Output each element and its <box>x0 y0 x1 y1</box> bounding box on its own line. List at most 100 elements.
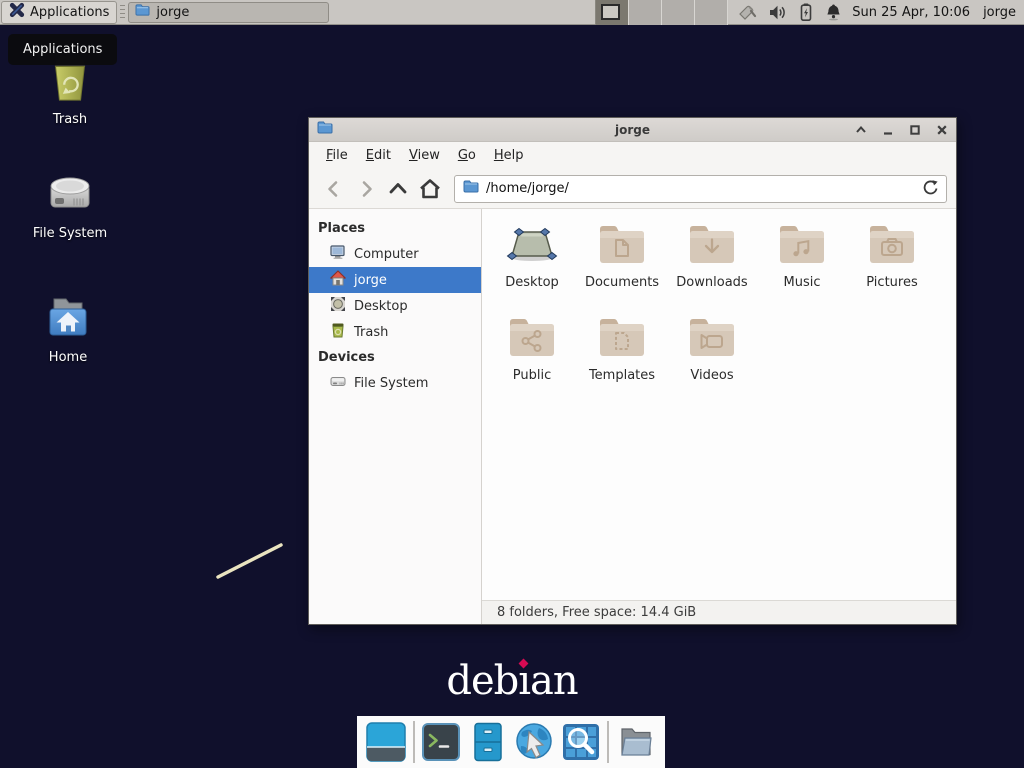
system-tray <box>738 3 842 21</box>
workspace-mini-window <box>601 4 620 20</box>
window-controls <box>855 124 948 136</box>
maximize-button[interactable] <box>909 124 921 136</box>
close-button[interactable] <box>936 124 948 136</box>
sidebar-item-desktop[interactable]: Desktop <box>309 293 481 319</box>
back-button[interactable] <box>318 175 350 203</box>
file-cabinet-launcher[interactable] <box>468 722 508 762</box>
workspace-switcher <box>595 0 728 25</box>
panel-username[interactable]: jorge <box>983 5 1016 20</box>
workspace-1[interactable] <box>596 0 629 25</box>
sidebar-item-jorge[interactable]: jorge <box>309 267 481 293</box>
path-bar[interactable] <box>454 175 947 203</box>
sidebar-item-label: Desktop <box>354 299 408 314</box>
taskbar-window-button[interactable]: jorge <box>128 2 329 23</box>
logo-text-pre: deb <box>446 658 518 704</box>
sidebar-item-label: jorge <box>354 273 387 288</box>
applications-menu-label: Applications <box>30 5 109 20</box>
sidebar-item-label: File System <box>354 376 428 391</box>
file-manager-launcher[interactable] <box>616 722 656 762</box>
shade-button[interactable] <box>855 124 867 136</box>
menu-file[interactable]: File <box>317 144 357 167</box>
volume-icon[interactable] <box>769 4 787 21</box>
main-column: Desktop Documents <box>482 209 956 624</box>
trash-small-icon <box>330 322 346 342</box>
reload-icon[interactable] <box>922 179 938 199</box>
file-label: Public <box>513 368 551 383</box>
up-button[interactable] <box>382 175 414 203</box>
file-item-pictures[interactable]: Pictures <box>847 222 937 315</box>
battery-icon[interactable] <box>798 3 814 21</box>
sidebar-item-computer[interactable]: Computer <box>309 241 481 267</box>
taskbar-window-label: jorge <box>156 5 189 20</box>
forward-button[interactable] <box>350 175 382 203</box>
sidebar-item-file-system[interactable]: File System <box>309 370 481 396</box>
dock-separator <box>607 721 609 763</box>
desktop-icon-file-system[interactable]: File System <box>20 170 120 241</box>
file-item-music[interactable]: Music <box>757 222 847 315</box>
xfce-logo-icon <box>9 2 25 22</box>
templates-folder-icon <box>596 315 648 363</box>
desktop-icon <box>330 296 346 316</box>
home-icon <box>330 270 346 290</box>
applications-menu-button[interactable]: Applications <box>1 1 117 24</box>
workspace-4[interactable] <box>695 0 728 25</box>
clipboard-manager-icon[interactable] <box>738 3 758 21</box>
show-desktop-button[interactable] <box>366 722 406 762</box>
videos-folder-icon <box>686 315 738 363</box>
top-panel: Applications jorge <box>0 0 1024 25</box>
sidebar-header-places: Places <box>309 216 481 241</box>
desktop-icon-label: File System <box>33 226 107 241</box>
menubar: File Edit View Go Help <box>309 142 956 169</box>
minimize-button[interactable] <box>882 124 894 136</box>
file-manager-window: jorge File Edit View Go Help <box>308 117 957 625</box>
window-folder-icon <box>317 120 333 139</box>
file-label: Downloads <box>676 275 747 290</box>
pictures-folder-icon <box>866 222 918 270</box>
menu-view[interactable]: View <box>400 144 449 167</box>
menu-help[interactable]: Help <box>485 144 533 167</box>
file-label: Desktop <box>505 275 559 290</box>
file-label: Pictures <box>866 275 917 290</box>
sidebar-item-label: Computer <box>354 247 419 262</box>
notifications-bell-icon[interactable] <box>825 3 842 21</box>
sidebar-item-trash[interactable]: Trash <box>309 319 481 345</box>
file-item-desktop[interactable]: Desktop <box>487 222 577 315</box>
file-item-public[interactable]: Public <box>487 315 577 408</box>
folder-icon <box>135 3 150 21</box>
statusbar: 8 folders, Free space: 14.4 GiB <box>482 600 956 624</box>
music-folder-icon <box>776 222 828 270</box>
file-item-downloads[interactable]: Downloads <box>667 222 757 315</box>
window-body: Places Computer <box>309 209 956 624</box>
home-button[interactable] <box>414 175 446 203</box>
application-finder-launcher[interactable] <box>561 722 601 762</box>
toolbar <box>309 169 956 209</box>
menu-edit[interactable]: Edit <box>357 144 400 167</box>
desktop-icon-label: Trash <box>53 112 87 127</box>
titlebar[interactable]: jorge <box>309 118 956 142</box>
file-item-templates[interactable]: Templates <box>577 315 667 408</box>
panel-clock[interactable]: Sun 25 Apr, 10:06 <box>852 5 970 20</box>
sidebar: Places Computer <box>309 209 482 624</box>
file-label: Templates <box>589 368 655 383</box>
terminal-launcher[interactable] <box>421 722 461 762</box>
drive-small-icon <box>330 373 346 393</box>
file-item-documents[interactable]: Documents <box>577 222 667 315</box>
desktop-pad-icon <box>506 222 558 270</box>
logo-text-post: an <box>530 658 578 704</box>
documents-folder-icon <box>596 222 648 270</box>
path-input[interactable] <box>486 181 915 196</box>
path-folder-icon <box>463 179 479 198</box>
workspace-3[interactable] <box>662 0 695 25</box>
public-folder-icon <box>506 315 558 363</box>
workspace-2[interactable] <box>629 0 662 25</box>
dock-separator <box>413 721 415 763</box>
file-list: Desktop Documents <box>482 209 956 600</box>
web-browser-launcher[interactable] <box>514 722 554 762</box>
stray-line <box>210 537 290 585</box>
desktop-icon-label: Home <box>49 350 87 365</box>
desktop: Applications jorge <box>0 0 1024 768</box>
desktop-icon-home[interactable]: Home <box>18 294 118 365</box>
file-item-videos[interactable]: Videos <box>667 315 757 408</box>
panel-handle[interactable] <box>120 5 125 20</box>
menu-go[interactable]: Go <box>449 144 485 167</box>
